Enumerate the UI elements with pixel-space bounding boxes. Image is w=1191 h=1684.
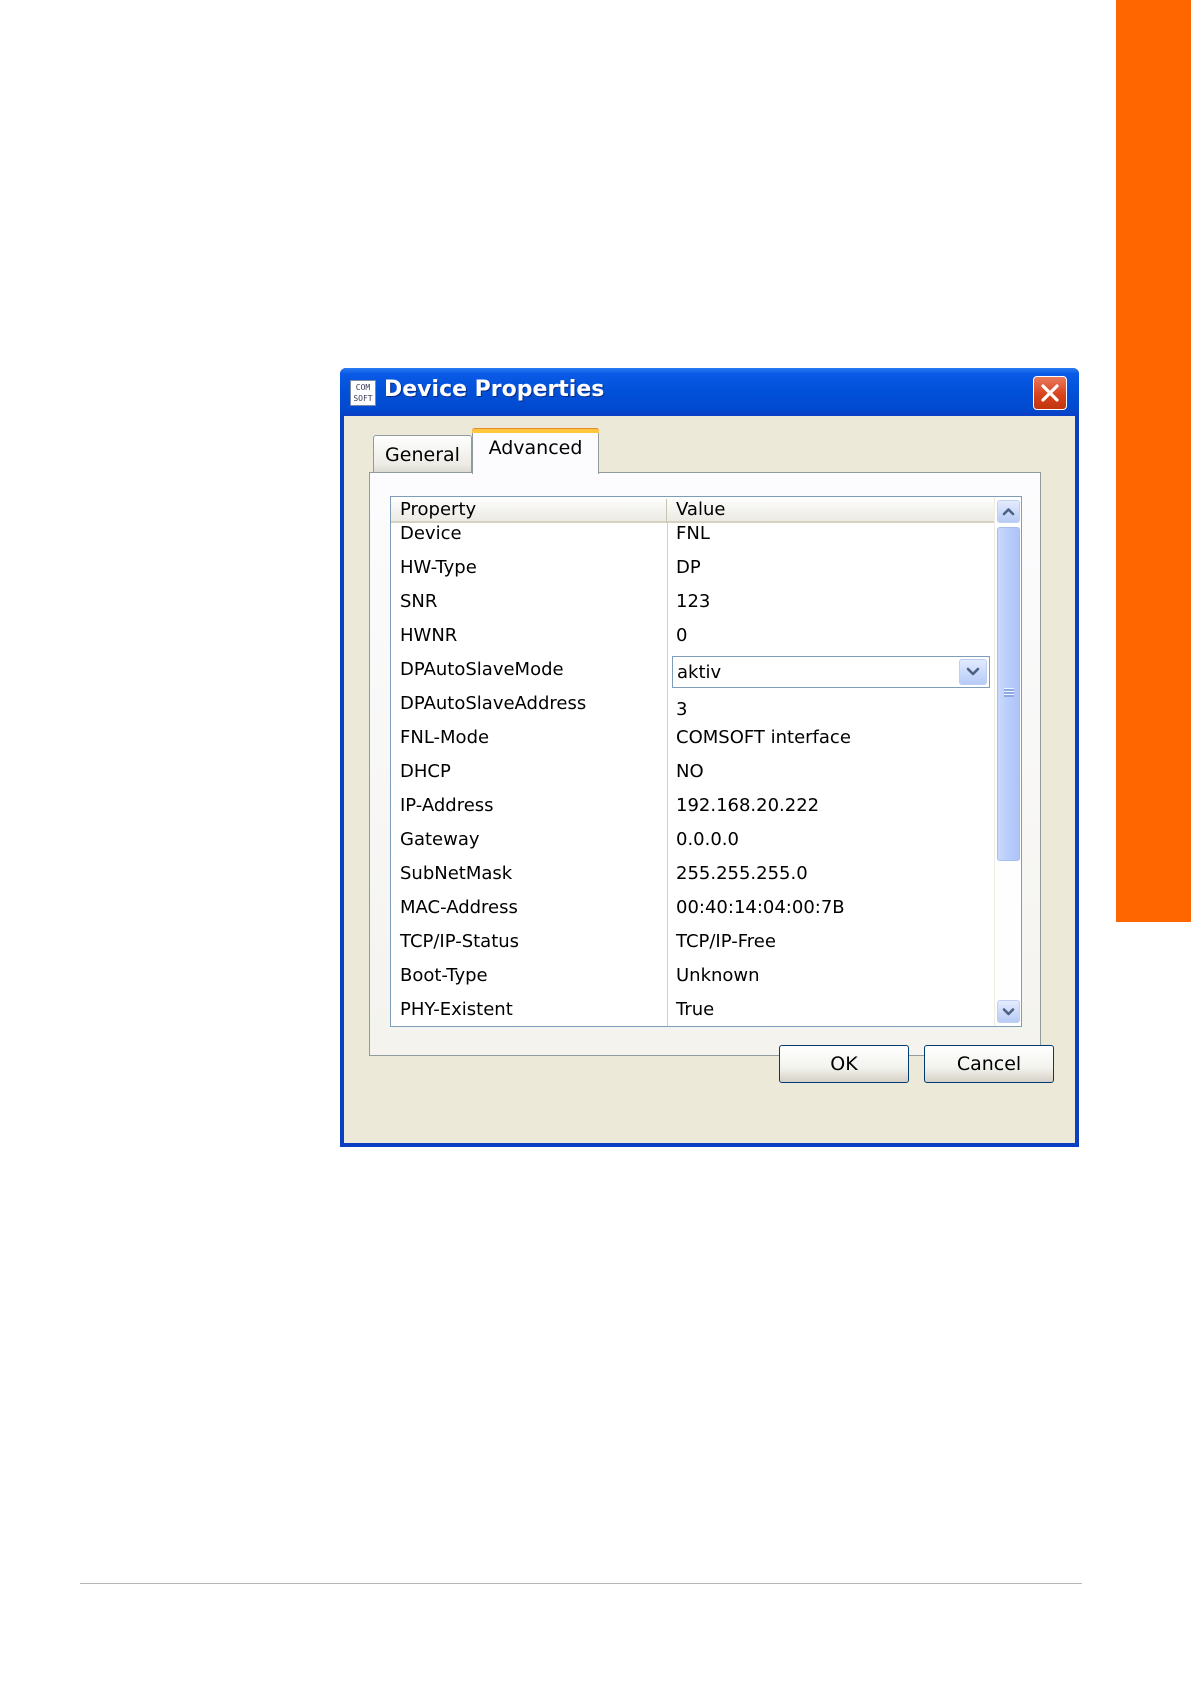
close-icon bbox=[1041, 384, 1059, 402]
table-row[interactable]: MAC-Address 00:40:14:04:00:7B bbox=[391, 895, 994, 929]
property-value: True bbox=[676, 999, 715, 1020]
property-value: 3 bbox=[676, 699, 688, 720]
property-name: Device bbox=[400, 523, 462, 544]
property-name: SNR bbox=[400, 591, 438, 612]
property-value: TCP/IP-Free bbox=[676, 931, 776, 952]
property-value: DP bbox=[676, 557, 701, 578]
column-header-value[interactable]: Value bbox=[667, 499, 994, 523]
close-button[interactable] bbox=[1033, 376, 1067, 410]
property-value: FNL bbox=[676, 523, 710, 544]
app-icon-label: COM SOFT bbox=[353, 383, 373, 403]
table-row[interactable]: Device FNL bbox=[391, 521, 994, 555]
table-row[interactable]: SubNetMask 255.255.255.0 bbox=[391, 861, 994, 895]
vertical-scrollbar[interactable] bbox=[994, 497, 1021, 1026]
property-name: DHCP bbox=[400, 761, 451, 782]
table-row[interactable]: SNR 123 bbox=[391, 589, 994, 623]
ok-button[interactable]: OK bbox=[779, 1045, 909, 1083]
table-row[interactable]: Boot-Type Unknown bbox=[391, 963, 994, 997]
property-value: Unknown bbox=[676, 965, 760, 986]
property-name: SubNetMask bbox=[400, 863, 513, 884]
property-value: 123 bbox=[676, 591, 711, 612]
table-row[interactable]: FNL-Mode COMSOFT interface bbox=[391, 725, 994, 759]
column-header-property[interactable]: Property bbox=[391, 499, 667, 523]
side-accent-bar bbox=[1116, 0, 1191, 922]
property-name: Gateway bbox=[400, 829, 480, 850]
cancel-button[interactable]: Cancel bbox=[924, 1045, 1054, 1083]
tab-advanced[interactable]: Advanced bbox=[472, 428, 599, 474]
table-row[interactable]: HWNR 0 bbox=[391, 623, 994, 657]
dropdown-arrow-button[interactable] bbox=[959, 659, 987, 685]
grip-icon bbox=[1004, 688, 1014, 697]
table-row[interactable]: DPAutoSlaveMode aktiv bbox=[391, 656, 994, 691]
dpautoslavemode-dropdown[interactable]: aktiv bbox=[672, 656, 990, 688]
app-icon: COM SOFT bbox=[350, 380, 376, 406]
chevron-down-icon bbox=[1002, 1008, 1015, 1016]
dialog-client-area: General Advanced Property Value Device F… bbox=[344, 416, 1075, 1143]
window-title: Device Properties bbox=[384, 377, 605, 402]
property-value: 0.0.0.0 bbox=[676, 829, 739, 850]
property-table: Property Value Device FNL HW-Type DP SNR bbox=[390, 496, 1022, 1027]
chevron-down-icon bbox=[966, 667, 980, 676]
title-bar[interactable]: COM SOFT Device Properties bbox=[340, 368, 1079, 416]
device-properties-dialog: COM SOFT Device Properties General Advan… bbox=[340, 368, 1079, 1147]
property-value: 00:40:14:04:00:7B bbox=[676, 897, 845, 918]
property-name: HWNR bbox=[400, 625, 458, 646]
table-row[interactable]: IP-Address 192.168.20.222 bbox=[391, 793, 994, 827]
property-value-cell: aktiv bbox=[667, 656, 994, 691]
property-value: 192.168.20.222 bbox=[676, 795, 820, 816]
property-name: DPAutoSlaveMode bbox=[400, 659, 564, 680]
property-name: DPAutoSlaveAddress bbox=[400, 693, 587, 714]
property-name: PHY-Existent bbox=[400, 999, 513, 1020]
property-name: IP-Address bbox=[400, 795, 494, 816]
table-row[interactable]: HW-Type DP bbox=[391, 555, 994, 589]
table-row[interactable]: Gateway 0.0.0.0 bbox=[391, 827, 994, 861]
property-name: TCP/IP-Status bbox=[400, 931, 520, 952]
table-row[interactable]: PHY-Existent True bbox=[391, 997, 994, 1026]
property-value: NO bbox=[676, 761, 704, 782]
scrollbar-thumb[interactable] bbox=[997, 527, 1020, 861]
property-name: Boot-Type bbox=[400, 965, 488, 986]
property-name: HW-Type bbox=[400, 557, 477, 578]
scroll-down-button[interactable] bbox=[997, 1000, 1020, 1023]
chevron-up-icon bbox=[1002, 508, 1015, 516]
tab-general[interactable]: General bbox=[373, 435, 472, 472]
footer-divider bbox=[80, 1583, 1082, 1584]
property-value: 255.255.255.0 bbox=[676, 863, 808, 884]
table-row[interactable]: DPAutoSlaveAddress 3 bbox=[391, 691, 994, 725]
property-value: COMSOFT interface bbox=[676, 727, 851, 748]
table-row[interactable]: TCP/IP-Status TCP/IP-Free bbox=[391, 929, 994, 963]
scroll-up-button[interactable] bbox=[997, 500, 1020, 523]
property-name: FNL-Mode bbox=[400, 727, 490, 748]
table-header: Property Value bbox=[391, 497, 994, 523]
property-value: 0 bbox=[676, 625, 688, 646]
table-row[interactable]: DHCP NO bbox=[391, 759, 994, 793]
property-name: MAC-Address bbox=[400, 897, 518, 918]
advanced-tab-panel: Property Value Device FNL HW-Type DP SNR bbox=[369, 472, 1041, 1056]
table-body: Device FNL HW-Type DP SNR 123 HWNR 0 DPA… bbox=[391, 521, 994, 1026]
dropdown-selected-value: aktiv bbox=[677, 662, 722, 683]
